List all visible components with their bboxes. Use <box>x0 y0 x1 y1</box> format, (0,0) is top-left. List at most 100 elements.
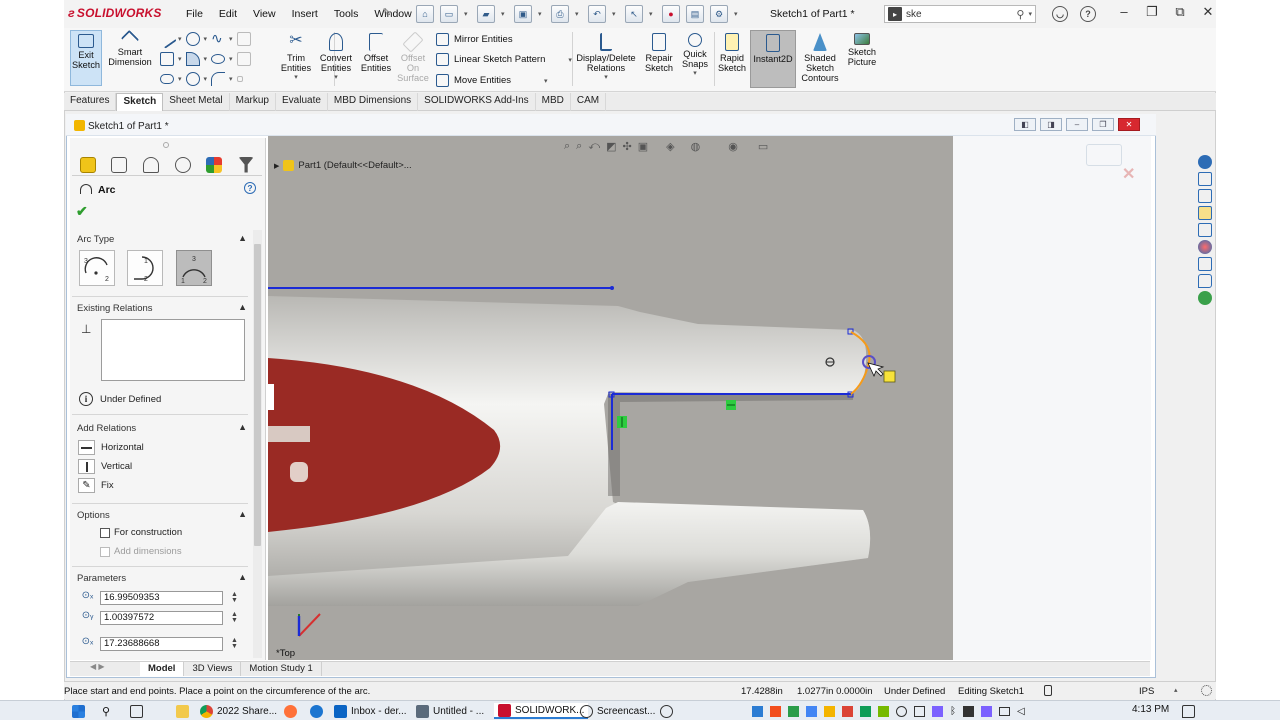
linear-sketch-pattern-button[interactable]: Linear Sketch Pattern ▾ <box>436 53 572 66</box>
tab-motion-study[interactable]: Motion Study 1 <box>241 662 322 676</box>
undo-icon[interactable]: ↶ <box>588 5 606 23</box>
view-orientation-icon[interactable]: ▣ <box>638 140 648 153</box>
panel-grip-icon[interactable] <box>163 142 169 148</box>
task-view-button[interactable] <box>130 703 143 719</box>
tray-app-icon[interactable] <box>932 705 943 717</box>
convert-entities-button[interactable]: Convert Entities ▾ <box>316 30 356 83</box>
help-icon[interactable]: ? <box>1080 6 1096 22</box>
add-relation-vertical[interactable]: Vertical <box>78 459 132 474</box>
tab-features[interactable]: Features <box>64 93 117 111</box>
chevron-up-icon[interactable]: ▴ <box>1174 686 1178 694</box>
parameters-group-header[interactable]: Parameters ▲ <box>77 572 247 584</box>
tray-app-icon[interactable] <box>788 705 799 717</box>
save-icon[interactable]: ▣ <box>514 5 532 23</box>
expand-arrow-icon[interactable]: ▶ <box>274 162 279 170</box>
graphics-area[interactable]: ⌕ ⌕ ⤺ ◩ ✣ ▣ ◈ ◍ ◉ ▭ ▶ Part1 (Default<<De… <box>268 136 953 660</box>
doc-maximize-icon[interactable]: ❐ <box>1092 118 1114 131</box>
ellipse-tool-icon[interactable] <box>211 54 226 64</box>
previous-view-icon[interactable]: ⤺ <box>588 140 600 153</box>
rebuild-icon[interactable]: ● <box>662 5 680 23</box>
chevron-down-icon[interactable]: ▾ <box>229 35 233 43</box>
doc-close-icon[interactable]: ✕ <box>1118 118 1140 131</box>
chevron-down-icon[interactable]: ▾ <box>204 55 208 63</box>
display-delete-relations-button[interactable]: Display/Delete Relations ▾ <box>576 30 636 83</box>
search-taskbar-button[interactable]: ⚲ <box>102 703 110 719</box>
maximize-icon[interactable]: ❐ <box>1138 4 1166 20</box>
sketch-picture-button[interactable]: Sketch Picture <box>844 30 880 67</box>
checkbox-icon[interactable] <box>100 527 110 538</box>
open-folder-icon[interactable]: ▰ <box>477 5 495 23</box>
bluetooth-icon[interactable]: ᛒ <box>950 706 956 717</box>
search-input[interactable] <box>906 8 1006 20</box>
chevron-down-icon[interactable]: ▾ <box>229 55 233 63</box>
graphics-area-right[interactable] <box>953 136 1151 660</box>
restore-icon[interactable]: ⧉ <box>1166 4 1194 20</box>
slot-tool-icon[interactable] <box>160 74 174 84</box>
collapse-icon[interactable]: ▲ <box>238 422 247 432</box>
quick-snaps-button[interactable]: Quick Snaps ▾ <box>680 30 710 79</box>
rapid-sketch-button[interactable]: Rapid Sketch <box>716 30 748 73</box>
arc-type-group-header[interactable]: Arc Type ▲ <box>77 233 247 245</box>
3dexperience-icon[interactable] <box>1198 291 1212 305</box>
configuration-manager-tab-icon[interactable] <box>143 156 160 173</box>
options-gear-icon[interactable]: ⚙ <box>710 5 728 23</box>
collapse-icon[interactable]: ▲ <box>238 572 247 582</box>
solidworks-resources-icon[interactable] <box>1198 155 1212 169</box>
confirmation-corner-cancel-icon[interactable]: ✕ <box>1122 164 1135 184</box>
tray-app-icon[interactable] <box>842 705 853 717</box>
command-search-icon[interactable]: ▸ <box>888 7 902 21</box>
chevron-down-icon[interactable]: ▾ <box>544 77 548 85</box>
for-construction-checkbox[interactable]: For construction <box>100 527 182 538</box>
print-icon[interactable]: ⎙ <box>551 5 569 23</box>
notifications-button[interactable] <box>1182 703 1195 719</box>
tab-solidworks-addins[interactable]: SOLIDWORKS Add-Ins <box>418 93 536 111</box>
chevron-down-icon[interactable]: ▾ <box>612 5 619 23</box>
taskbar-app-firefox[interactable] <box>284 703 297 719</box>
chevron-down-icon[interactable]: ▾ <box>1028 10 1032 18</box>
tangent-arc-option[interactable]: 12 <box>127 250 163 286</box>
tray-app-icon[interactable] <box>914 705 925 717</box>
ok-checkmark-icon[interactable]: ✔ <box>76 203 88 220</box>
taskbar-clock[interactable]: 4:13 PM <box>1132 704 1169 715</box>
chevron-down-icon[interactable]: ▾ <box>178 55 182 63</box>
doc-minimize-icon[interactable]: – <box>1066 118 1088 131</box>
taskbar-app-record[interactable] <box>660 703 673 719</box>
add-relation-fix[interactable]: ✎ Fix <box>78 478 114 493</box>
feature-manager-tab-icon[interactable] <box>111 156 128 173</box>
center-y-input[interactable] <box>100 610 223 625</box>
scrollbar-thumb[interactable] <box>254 244 261 546</box>
spline-tool-icon[interactable]: ∿ <box>211 31 225 46</box>
new-document-icon[interactable]: ▭ <box>440 5 458 23</box>
offset-on-surface-button[interactable]: Offset On Surface <box>396 30 430 83</box>
spinner-icon[interactable]: ▲ ▼ <box>231 637 238 650</box>
centerpoint-arc-option[interactable]: 32 <box>79 250 115 286</box>
tray-app-icon[interactable] <box>963 705 974 717</box>
solidworks-logo[interactable]: ƨ SOLIDWORKS <box>68 6 162 20</box>
network-icon[interactable] <box>999 706 1010 716</box>
sketch-canvas[interactable] <box>268 136 953 660</box>
chevron-down-icon[interactable]: ▾ <box>178 75 182 83</box>
tray-app-icon[interactable] <box>770 705 781 717</box>
exit-sketch-button[interactable]: Exit Sketch <box>70 30 102 86</box>
start-x-input[interactable] <box>100 636 223 651</box>
tab-sheet-metal[interactable]: Sheet Metal <box>163 93 230 111</box>
minimize-icon[interactable]: – <box>1110 4 1138 20</box>
file-explorer-taskbar-button[interactable] <box>176 703 189 719</box>
chevron-down-icon[interactable]: ▾ <box>575 5 582 23</box>
checkbox-icon[interactable] <box>100 546 110 557</box>
mirror-entities-button[interactable]: Mirror Entities <box>436 33 513 46</box>
chevron-down-icon[interactable]: ▾ <box>538 5 545 23</box>
repair-sketch-button[interactable]: Repair Sketch <box>642 30 676 73</box>
display-style-icon[interactable]: ◈ <box>666 140 674 153</box>
close-icon[interactable]: ✕ <box>1194 4 1222 20</box>
dimxpert-tab-icon[interactable] <box>174 156 191 173</box>
file-explorer-icon[interactable] <box>1198 206 1212 220</box>
existing-relations-group-header[interactable]: Existing Relations ▲ <box>77 302 247 314</box>
tab-markup[interactable]: Markup <box>230 93 276 111</box>
taskbar-app-solidworks[interactable]: SOLIDWORK... <box>494 703 589 719</box>
design-library-icon[interactable] <box>1198 189 1212 203</box>
tray-app-icon[interactable] <box>824 705 835 717</box>
add-dimensions-checkbox[interactable]: Add dimensions <box>100 546 182 557</box>
chevron-down-icon[interactable]: ▾ <box>680 69 710 79</box>
tab-mbd[interactable]: MBD <box>536 93 571 111</box>
